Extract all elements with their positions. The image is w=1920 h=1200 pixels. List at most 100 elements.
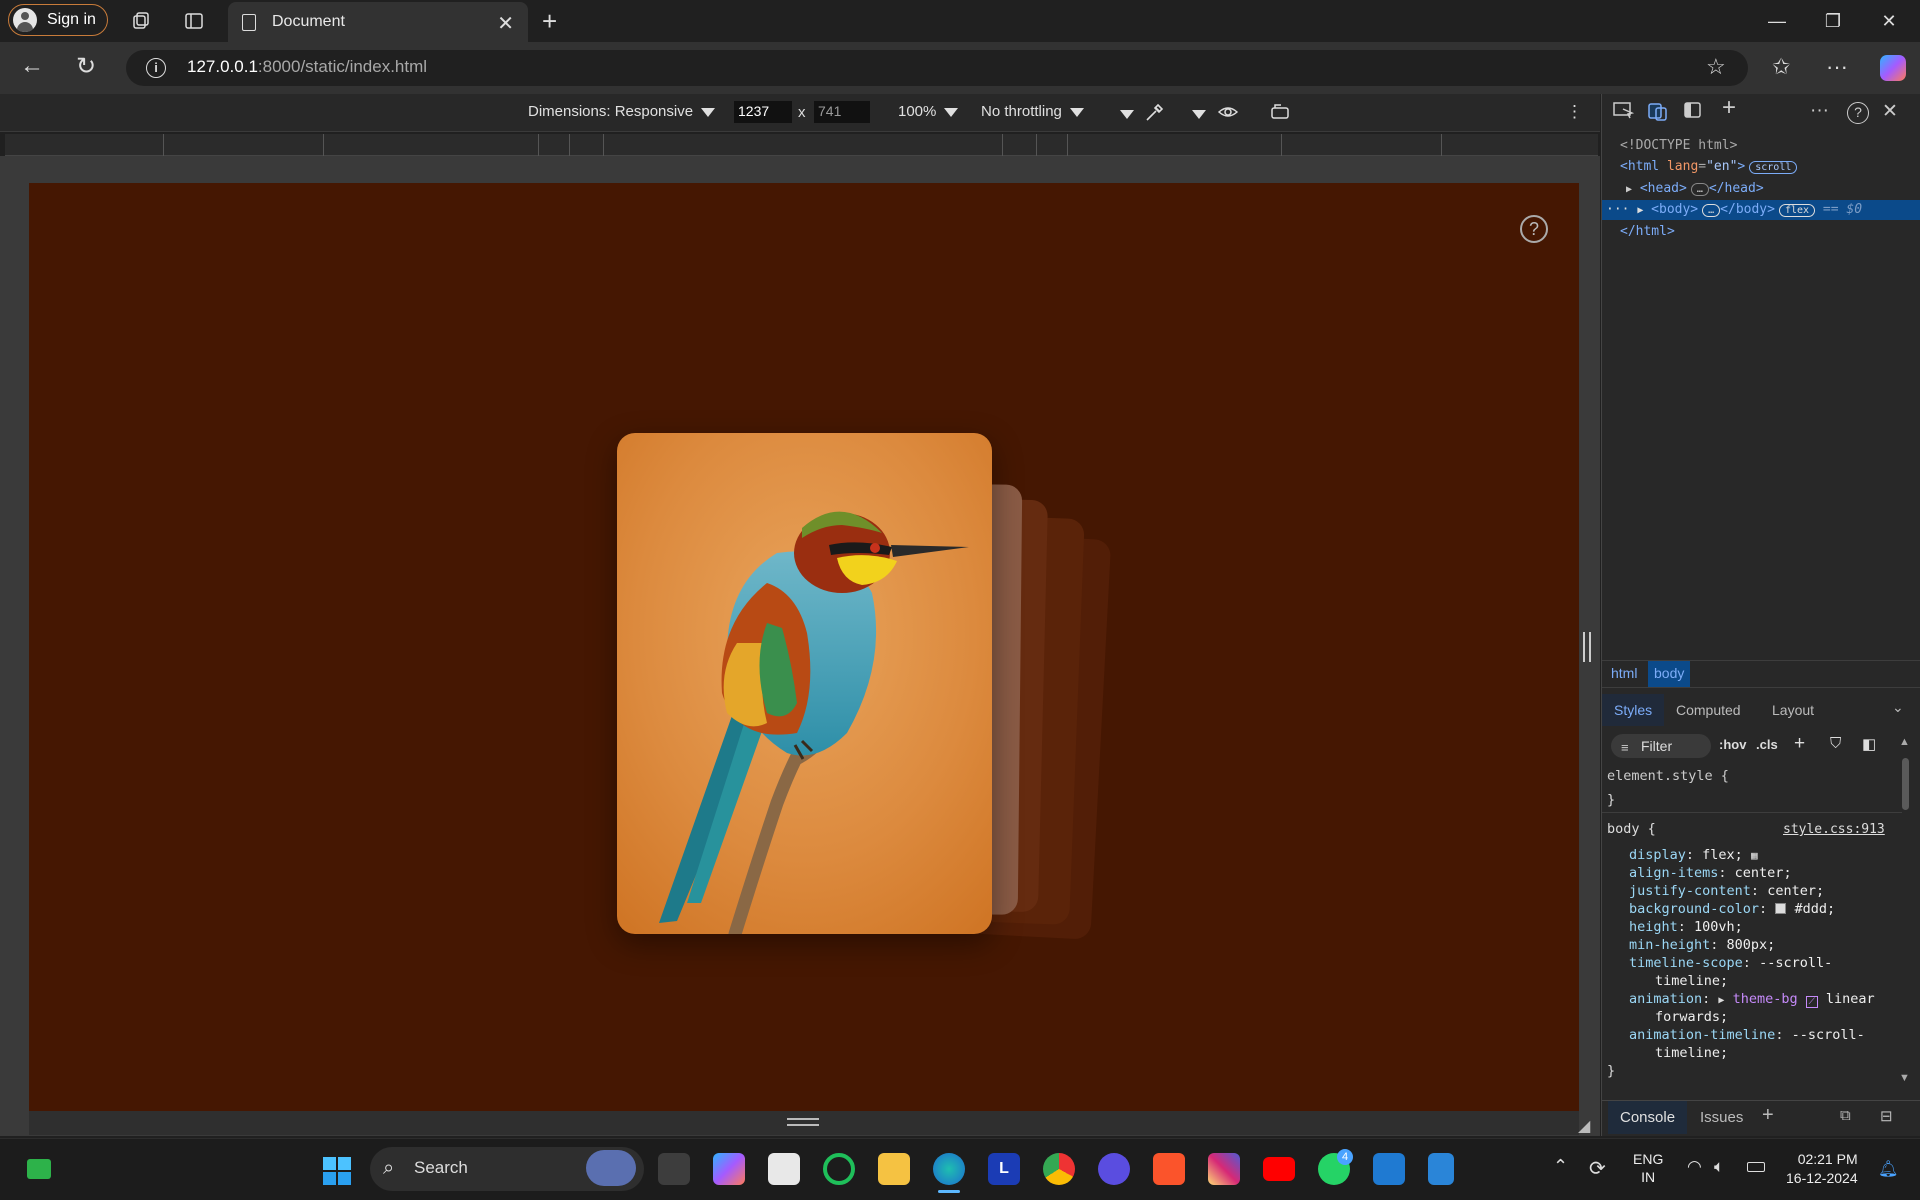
dock-icon[interactable] (1683, 100, 1703, 126)
new-rule-icon[interactable]: + (1794, 733, 1805, 755)
expand-triangle-icon[interactable]: ▶ (1718, 995, 1724, 1006)
element-style-selector[interactable]: element.style { (1607, 768, 1729, 784)
file-explorer-icon[interactable] (878, 1153, 910, 1185)
expand-triangle-icon[interactable]: ▶ (1626, 184, 1632, 195)
close-drawer-icon[interactable]: ⊟ (1880, 1107, 1893, 1125)
chrome-icon[interactable] (1043, 1153, 1075, 1185)
brave-icon[interactable] (1153, 1153, 1185, 1185)
resize-handle-bottom[interactable] (787, 1118, 819, 1126)
clock[interactable]: 02:21 PM 16-12-2024 (1786, 1150, 1858, 1188)
hov-toggle[interactable]: :hov (1719, 737, 1746, 752)
chevron-down-icon[interactable] (1120, 104, 1134, 124)
volume-icon[interactable]: 🔈︎ (1714, 1157, 1724, 1177)
height-input[interactable]: 741 (814, 101, 870, 123)
close-icon[interactable]: ✕ (1882, 100, 1898, 123)
language-indicator[interactable]: ENG IN (1633, 1150, 1663, 1186)
instagram-icon[interactable] (1208, 1153, 1240, 1185)
css-rule[interactable]: background-color: #ddd; (1629, 901, 1835, 917)
ellipsis-badge[interactable]: … (1690, 183, 1709, 196)
search-highlight-image[interactable] (586, 1150, 636, 1186)
notepad-icon[interactable] (1428, 1153, 1454, 1185)
chevron-up-icon[interactable]: ⌃ (1553, 1156, 1568, 1177)
tab-styles[interactable]: Styles (1602, 694, 1665, 726)
task-view-icon[interactable] (658, 1153, 690, 1185)
breadcrumb-body[interactable]: body (1648, 661, 1691, 687)
throttling-dropdown[interactable]: No throttling (981, 103, 1084, 120)
sidebar-toggle-icon[interactable]: ◧ (1862, 735, 1876, 753)
dimensions-dropdown[interactable]: Dimensions: Responsive (528, 103, 716, 120)
bird-photo-card[interactable] (617, 433, 992, 934)
chevron-down-icon[interactable] (1192, 104, 1206, 124)
css-source-link[interactable]: style.css:913 (1783, 822, 1885, 837)
css-rule[interactable]: display: flex; ▦ (1629, 847, 1758, 863)
css-rule[interactable]: justify-content: center; (1629, 883, 1824, 899)
resize-corner-icon[interactable]: ◢ (1578, 1116, 1590, 1136)
edge-icon[interactable] (933, 1153, 965, 1185)
css-rule[interactable]: animation-timeline: --scroll- (1629, 1027, 1865, 1043)
plus-icon[interactable]: + (1722, 94, 1736, 122)
battery-icon[interactable] (1747, 1162, 1765, 1172)
help-icon[interactable]: ? (1847, 102, 1869, 124)
minimize-icon[interactable]: — (1754, 6, 1800, 36)
more-icon[interactable]: ··· (1826, 54, 1848, 80)
tab-console[interactable]: Console (1608, 1101, 1688, 1134)
vscode-icon[interactable] (1373, 1153, 1405, 1185)
dom-head-line[interactable]: ▶ <head>… </head> (1626, 181, 1764, 196)
css-rule[interactable]: animation: ▶ theme-bg ⟋ linear (1629, 991, 1875, 1008)
alpha-app-icon[interactable] (1098, 1153, 1130, 1185)
workspaces-icon[interactable] (128, 8, 154, 34)
css-rule[interactable]: timeline-scope: --scroll- (1629, 955, 1832, 971)
copilot-app-icon[interactable] (713, 1153, 745, 1185)
store-icon[interactable] (768, 1153, 800, 1185)
wifi-icon[interactable]: ◠ (1687, 1157, 1702, 1177)
resize-handle-right[interactable] (1583, 632, 1591, 662)
windows-start-icon[interactable] (322, 1156, 352, 1186)
paint-icon[interactable]: ⛉ (1830, 735, 1841, 752)
tab-document[interactable]: Document ✕ (228, 2, 528, 42)
l-app-icon[interactable]: L (988, 1153, 1020, 1185)
breadcrumb-html[interactable]: html (1611, 665, 1637, 681)
cls-toggle[interactable]: .cls (1756, 737, 1778, 752)
url-text[interactable]: 127.0.0.1:8000/static/index.html (187, 57, 427, 77)
reload-icon[interactable]: ↻ (76, 52, 96, 81)
more-vertical-icon[interactable]: ⋮ (1566, 102, 1583, 122)
youtube-icon[interactable] (1263, 1157, 1295, 1181)
eyedropper-icon[interactable] (1143, 102, 1165, 129)
styles-scrollbar[interactable] (1902, 758, 1909, 810)
flex-badge[interactable]: flex (1778, 204, 1816, 217)
dom-html-close[interactable]: </html> (1620, 224, 1675, 239)
dom-body-line[interactable]: ··· ▶ <body>… </body> flex == $0 (1606, 202, 1862, 217)
scroll-down-icon[interactable]: ▼ (1899, 1072, 1910, 1084)
tab-layout[interactable]: Layout (1772, 702, 1814, 718)
media-query-ruler[interactable] (5, 134, 1598, 156)
rotate-device-icon[interactable] (1269, 102, 1291, 127)
favorites-icon[interactable]: ✩ (1772, 54, 1790, 80)
plus-icon[interactable]: + (1762, 1104, 1774, 1127)
color-swatch[interactable] (1775, 903, 1787, 914)
tab-computed[interactable]: Computed (1676, 702, 1741, 718)
help-icon[interactable]: ? (1520, 215, 1548, 243)
expand-triangle-icon[interactable]: ▶ (1637, 205, 1643, 216)
device-toggle-icon[interactable] (1647, 100, 1669, 128)
inspect-element-icon[interactable] (1612, 100, 1635, 126)
restore-icon[interactable]: ❐ (1810, 6, 1856, 36)
close-window-icon[interactable]: ✕ (1866, 6, 1912, 36)
more-icon[interactable]: ··· (1810, 100, 1829, 122)
sign-in-button[interactable]: Sign in (8, 4, 108, 36)
info-icon[interactable]: i (146, 58, 166, 78)
close-icon[interactable]: ✕ (497, 11, 514, 36)
scroll-up-icon[interactable]: ▲ (1899, 736, 1910, 748)
notification-bell-icon[interactable]: 🔔︎ (1878, 1159, 1898, 1179)
zoom-dropdown[interactable]: 100% (898, 103, 959, 120)
dom-doctype[interactable]: <!DOCTYPE html> (1620, 138, 1737, 153)
css-rule[interactable]: min-height: 800px; (1629, 937, 1775, 953)
body-selector[interactable]: body { (1607, 821, 1656, 837)
refresh-app-icon[interactable] (823, 1153, 855, 1185)
back-icon[interactable]: ← (20, 52, 44, 80)
plus-icon[interactable]: + (542, 6, 557, 37)
flex-editor-icon[interactable]: ▦ (1751, 849, 1758, 862)
css-rule[interactable]: align-items: center; (1629, 865, 1792, 881)
tab-actions-icon[interactable] (181, 8, 207, 34)
copilot-icon[interactable] (1880, 55, 1906, 81)
scroll-badge[interactable]: scroll (1749, 161, 1798, 174)
